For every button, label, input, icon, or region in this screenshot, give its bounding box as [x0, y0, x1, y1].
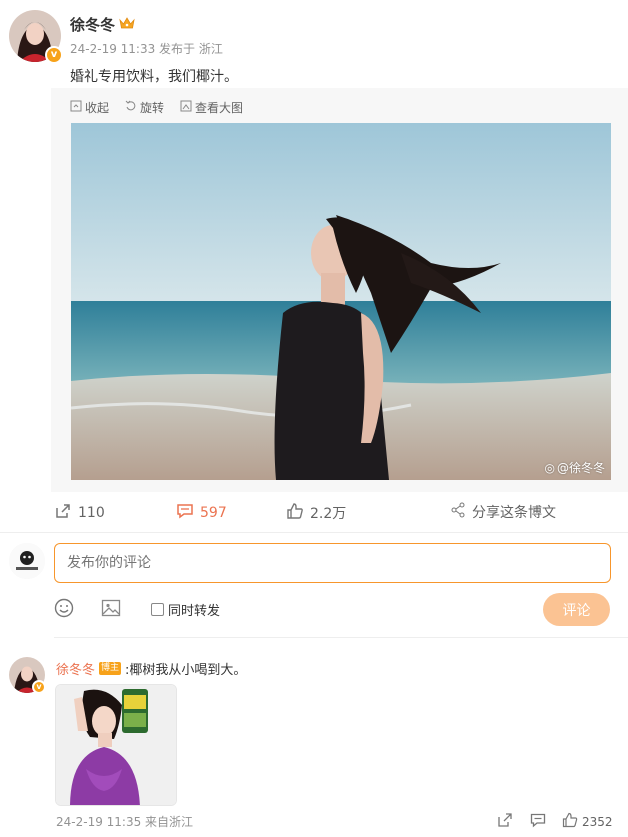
comment-icon: [176, 502, 194, 524]
like-icon: [562, 812, 578, 831]
crown-icon: [119, 15, 135, 34]
post-photo[interactable]: ◎ @徐冬冬: [71, 123, 611, 480]
comment-count: 597: [200, 505, 227, 521]
comment-reply-icon[interactable]: [530, 812, 546, 832]
comment-button[interactable]: 597: [176, 502, 227, 524]
repost-count: 110: [78, 505, 105, 521]
post-text: 婚礼专用饮料，我们椰汁。: [70, 69, 238, 85]
author-name[interactable]: 徐冬冬: [70, 14, 115, 35]
collect-button[interactable]: 收起: [70, 99, 109, 116]
like-count: 2.2万: [310, 506, 347, 522]
rotate-icon: [125, 100, 137, 115]
collect-label: 收起: [85, 101, 110, 115]
comment-author[interactable]: 徐冬冬: [56, 659, 95, 678]
comment-meta: 24-2-19 11:35 来自浙江: [56, 815, 194, 829]
image-icon[interactable]: [101, 598, 121, 622]
share-label: 分享这条博文: [472, 505, 556, 521]
view-large-label: 查看大图: [195, 101, 244, 115]
like-button[interactable]: 2.2万: [286, 502, 346, 524]
verified-badge-icon: v: [32, 680, 46, 694]
share-icon: [450, 502, 466, 522]
comment-input[interactable]: [54, 543, 611, 583]
collect-icon: [70, 100, 82, 115]
post-meta: 24-2-19 11:33 发布于 浙江: [70, 42, 223, 56]
like-icon: [286, 502, 304, 524]
comment-text: :椰树我从小喝到大。: [125, 663, 247, 678]
author-badge: 博主: [99, 662, 122, 675]
author-avatar[interactable]: v: [9, 10, 63, 64]
comment-like-count: 2352: [582, 814, 613, 829]
repost-button[interactable]: 110: [54, 502, 105, 524]
share-button[interactable]: 分享这条博文: [450, 502, 556, 522]
emoji-icon[interactable]: [54, 598, 74, 622]
repost-checkbox[interactable]: [151, 603, 164, 616]
verified-badge-icon: v: [45, 46, 63, 64]
photo-watermark: ◎ @徐冬冬: [544, 460, 606, 476]
rotate-button[interactable]: 旋转: [125, 99, 164, 116]
repost-checkbox-label[interactable]: 同时转发: [151, 600, 220, 619]
view-large-button[interactable]: 查看大图: [180, 99, 243, 116]
weibo-logo-icon: ◎: [544, 460, 555, 475]
rotate-label: 旋转: [140, 101, 165, 115]
repost-icon: [54, 502, 72, 524]
comment-like-button[interactable]: 2352: [562, 812, 613, 831]
current-user-avatar: [9, 543, 45, 579]
comment-repost-icon[interactable]: [497, 812, 513, 832]
submit-comment-button[interactable]: 评论: [543, 593, 610, 626]
section-divider: [54, 637, 628, 638]
commenter-avatar[interactable]: v: [9, 657, 46, 694]
comment-image[interactable]: [55, 684, 177, 806]
view-large-icon: [180, 100, 192, 115]
